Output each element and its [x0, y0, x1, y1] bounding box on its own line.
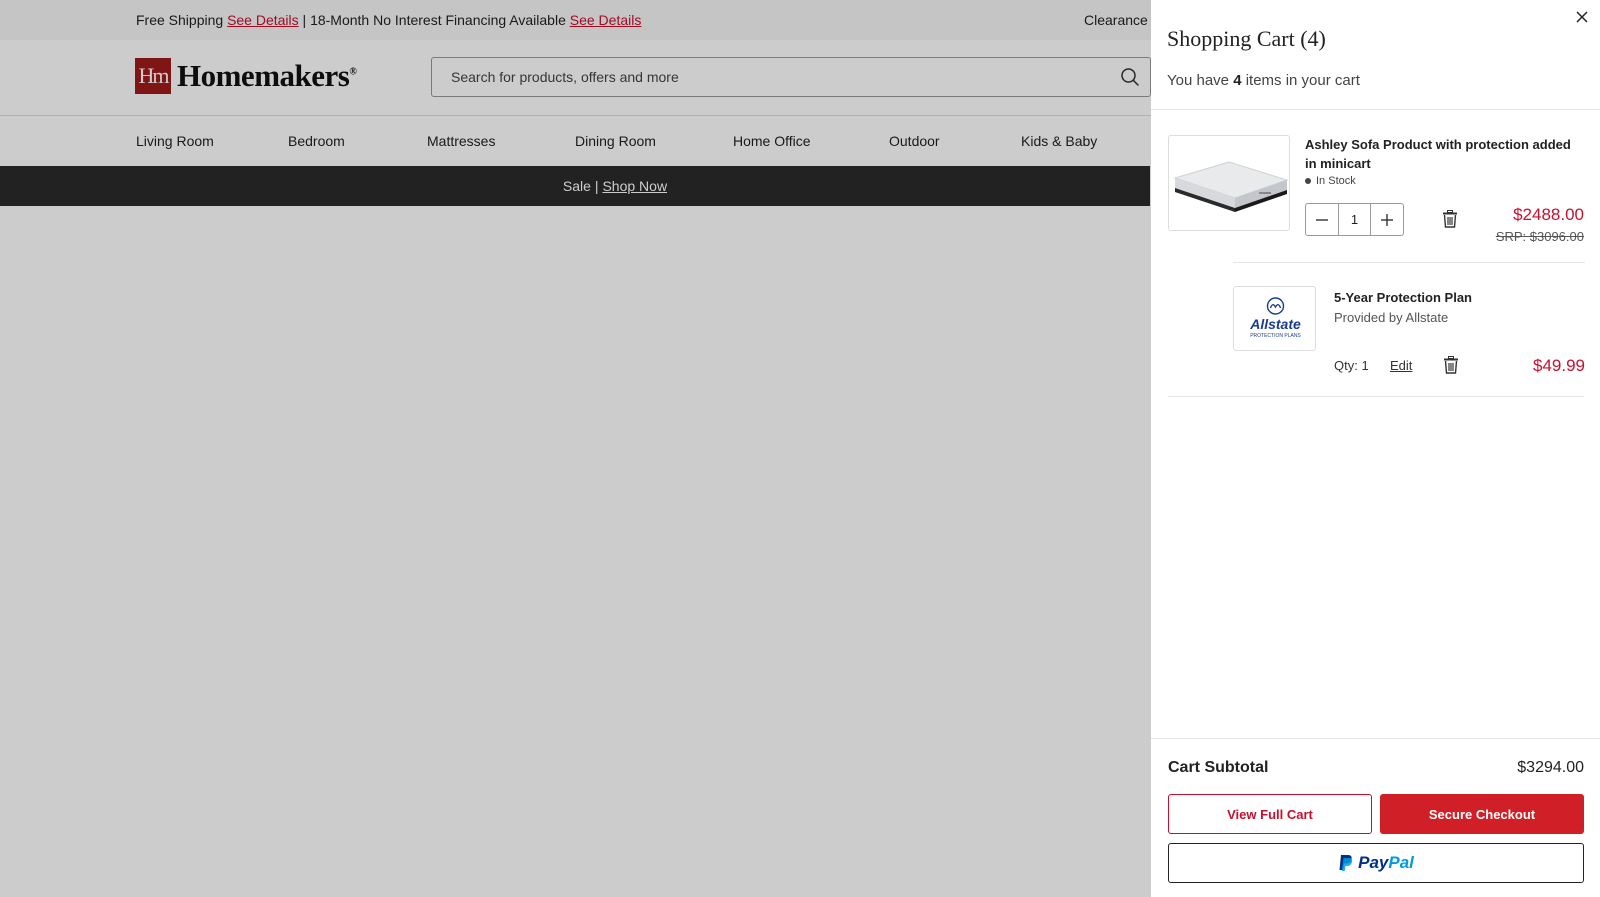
stock-label: In Stock	[1316, 175, 1356, 187]
subtitle-suffix: items in your cart	[1245, 72, 1360, 89]
quantity-stepper: 1	[1305, 203, 1404, 236]
subtitle-prefix: You have	[1167, 72, 1230, 89]
subtotal-label: Cart Subtotal	[1168, 759, 1269, 776]
plan-price: $49.99	[1533, 356, 1585, 375]
allstate-logo-art: Allstate PROTECTION PLANS	[1249, 297, 1301, 339]
plus-icon	[1380, 213, 1393, 226]
increase-quantity-button[interactable]	[1371, 204, 1403, 235]
mattress-image	[1173, 161, 1289, 212]
plan-quantity: Qty: 1	[1334, 358, 1369, 373]
item-price: $2488.00	[1513, 205, 1584, 224]
close-icon[interactable]	[1574, 9, 1590, 25]
allstate-logo: Allstate PROTECTION PLANS	[1233, 286, 1316, 351]
paypal-pay-text: Pay	[1358, 853, 1389, 872]
minus-icon	[1316, 218, 1329, 221]
cart-header: Shopping Cart (4) You have 4 items in yo…	[1151, 0, 1600, 110]
subtotal-value: $3294.00	[1517, 759, 1584, 776]
plan-edit-link[interactable]: Edit	[1390, 358, 1412, 373]
trash-icon[interactable]	[1442, 210, 1458, 228]
view-full-cart-button[interactable]: View Full Cart	[1168, 794, 1372, 834]
product-title[interactable]: Ashley Sofa Product with protection adde…	[1305, 135, 1585, 173]
stock-dot-icon	[1305, 178, 1311, 184]
allstate-tagline: PROTECTION PLANS	[1250, 333, 1301, 339]
product-thumbnail[interactable]	[1168, 135, 1290, 231]
paypal-button[interactable]: Pay Pal	[1168, 843, 1584, 883]
trash-icon[interactable]	[1443, 356, 1459, 374]
allstate-wordmark: Allstate	[1249, 316, 1301, 332]
item-srp: SRP: $3096.00	[1495, 229, 1584, 244]
quantity-value[interactable]: 1	[1338, 204, 1371, 235]
decrease-quantity-button[interactable]	[1306, 204, 1338, 235]
paypal-pal-text: Pal	[1388, 853, 1414, 872]
plan-title: 5-Year Protection Plan	[1334, 290, 1472, 305]
cart-footer: Cart Subtotal $3294.00 View Full Cart Se…	[1151, 738, 1600, 897]
item-count: 4	[1233, 72, 1242, 89]
secure-checkout-button[interactable]: Secure Checkout	[1380, 794, 1584, 834]
stock-status: In Stock	[1305, 175, 1356, 187]
paypal-icon	[1339, 855, 1353, 871]
item-divider	[1233, 262, 1585, 263]
cart-item-count-text: You have 4 items in your cart	[1167, 72, 1360, 89]
cart-title: Shopping Cart (4)	[1167, 26, 1326, 51]
list-divider	[1168, 396, 1584, 397]
mini-cart-drawer: Shopping Cart (4) You have 4 items in yo…	[1151, 0, 1600, 897]
plan-provider: Provided by Allstate	[1334, 310, 1449, 325]
